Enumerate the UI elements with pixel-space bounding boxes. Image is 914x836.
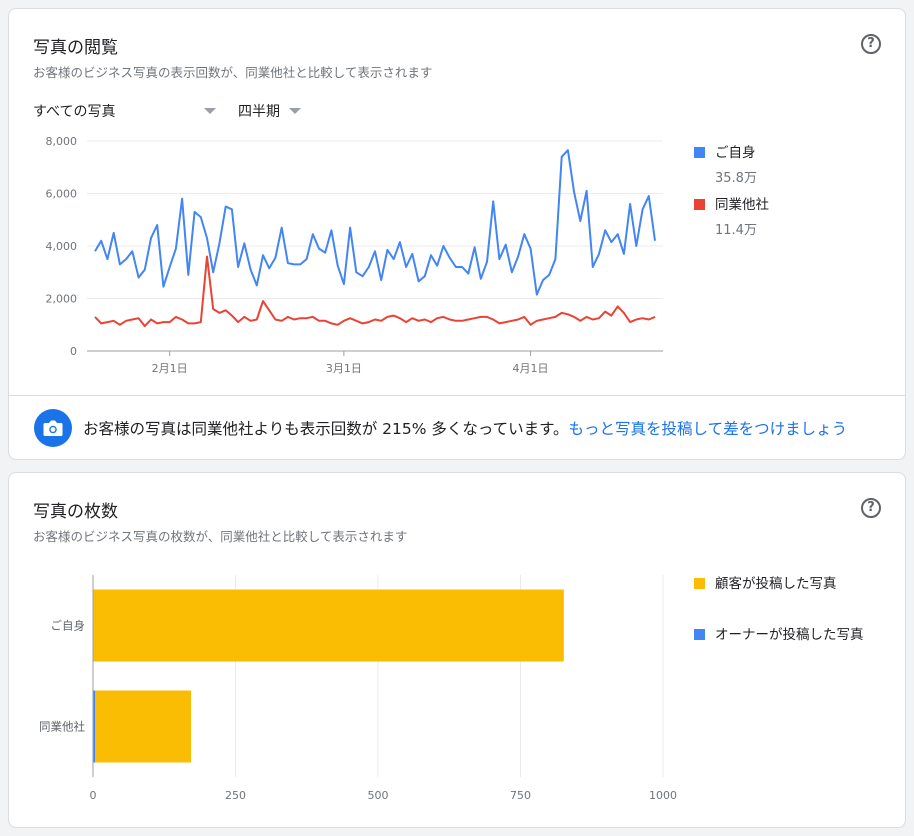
- add-photos-link[interactable]: もっと写真を投稿して差をつけましょう: [569, 420, 848, 438]
- card-subtitle: お客様のビジネス写真の枚数が、同業他社と比較して表示されます: [33, 529, 408, 544]
- x-tick-label: 1000: [649, 789, 677, 802]
- x-tick-label: 2月1日: [152, 362, 188, 375]
- category-label: ご自身: [51, 619, 86, 633]
- x-tick-label: 750: [510, 789, 531, 802]
- legend-swatch: [694, 578, 705, 589]
- card-title: 写真の閲覧: [33, 38, 118, 58]
- legend-value: 11.4万: [715, 223, 757, 238]
- x-tick-label: 4月1日: [513, 362, 549, 375]
- y-tick-label: 6,000: [46, 188, 78, 201]
- photo-count-card: 写真の枚数 お客様のビジネス写真の枚数が、同業他社と比較して表示されます ? 0…: [8, 472, 906, 828]
- photo-count-bar-chart: 0 250 500 750 1000 ご自身同業他社: [39, 575, 677, 802]
- camera-icon: [34, 409, 72, 447]
- x-tick-label: 3月1日: [326, 362, 362, 375]
- legend-value: 35.8万: [715, 171, 757, 186]
- x-tick-label: 0: [90, 789, 97, 802]
- y-tick-label: 2,000: [46, 293, 78, 306]
- legend-item-competitors: 同業他社 11.4万: [694, 193, 769, 238]
- legend-swatch: [694, 629, 705, 640]
- card-title: 写真の枚数: [33, 502, 118, 522]
- bar: [93, 589, 564, 662]
- photo-type-dropdown-label: すべての写真: [33, 104, 116, 120]
- divider: [9, 395, 905, 396]
- insight-text: お客様の写真は同業他社よりも表示回数が 215% 多くなっています。: [83, 420, 569, 438]
- question-circle-icon[interactable]: ?: [861, 34, 881, 54]
- photo-views-line-chart: 8,000 6,000 4,000 2,000 0 2月1日 3月1日 4月1日: [46, 135, 663, 375]
- question-circle-icon[interactable]: ?: [861, 498, 881, 518]
- period-dropdown-label: 四半期: [238, 104, 280, 120]
- legend-item-self: ご自身 35.8万: [694, 141, 757, 186]
- chevron-down-icon[interactable]: [289, 108, 301, 114]
- y-tick-label: 0: [70, 345, 77, 358]
- legend-item-customer-photos: 顧客が投稿した写真: [694, 572, 837, 592]
- card-subtitle: お客様のビジネス写真の表示回数が、同業他社と比較して表示されます: [33, 65, 433, 80]
- legend-item-owner-photos: オーナーが投稿した写真: [694, 623, 864, 643]
- chevron-down-icon[interactable]: [204, 108, 216, 114]
- legend-swatch: [694, 147, 705, 158]
- x-tick-label: 250: [225, 789, 246, 802]
- legend-swatch: [694, 199, 705, 210]
- series-line: [94, 255, 656, 328]
- y-tick-label: 8,000: [46, 135, 78, 148]
- photo-views-card: 写真の閲覧 お客様のビジネス写真の表示回数が、同業他社と比較して表示されます ?…: [8, 8, 906, 460]
- bar: [95, 690, 192, 763]
- category-label: 同業他社: [39, 720, 85, 734]
- period-dropdown[interactable]: 四半期: [238, 101, 280, 121]
- insight-message: お客様の写真は同業他社よりも表示回数が 215% 多くなっています。もっと写真を…: [83, 417, 847, 439]
- x-tick-label: 500: [368, 789, 389, 802]
- series-line: [94, 149, 656, 296]
- photo-type-dropdown[interactable]: すべての写真: [33, 101, 115, 121]
- y-tick-label: 4,000: [46, 240, 78, 253]
